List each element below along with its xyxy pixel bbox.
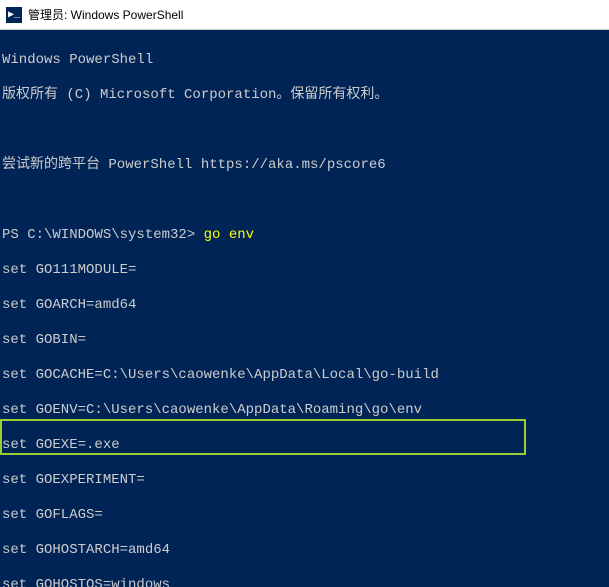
output-line: set GOFLAGS=: [2, 507, 607, 525]
output-line: set GOARCH=amd64: [2, 297, 607, 315]
output-line: set GO111MODULE=: [2, 262, 607, 280]
powershell-icon: ▶_: [6, 7, 22, 23]
output-line: set GOCACHE=C:\Users\caowenke\AppData\Lo…: [2, 367, 607, 385]
output-line: set GOEXPERIMENT=: [2, 472, 607, 490]
output-line: set GOEXE=.exe: [2, 437, 607, 455]
header-line: Windows PowerShell: [2, 52, 607, 70]
output-line: set GOHOSTARCH=amd64: [2, 542, 607, 560]
powershell-icon-glyph: ▶_: [8, 9, 20, 21]
prompt-line: PS C:\WINDOWS\system32> go env: [2, 227, 607, 245]
window-title: 管理员: Windows PowerShell: [28, 6, 183, 23]
blank-line: [2, 192, 607, 210]
header-line: 尝试新的跨平台 PowerShell https://aka.ms/pscore…: [2, 157, 607, 175]
output-line: set GOBIN=: [2, 332, 607, 350]
terminal-output[interactable]: Windows PowerShell 版权所有 (C) Microsoft Co…: [0, 30, 609, 587]
blank-line: [2, 122, 607, 140]
prompt-command: go env: [204, 227, 254, 243]
output-line: set GOENV=C:\Users\caowenke\AppData\Roam…: [2, 402, 607, 420]
header-line: 版权所有 (C) Microsoft Corporation。保留所有权利。: [2, 87, 607, 105]
prompt-prefix: PS C:\WINDOWS\system32>: [2, 227, 204, 243]
window-titlebar: ▶_ 管理员: Windows PowerShell: [0, 0, 609, 30]
output-line: set GOHOSTOS=windows: [2, 577, 607, 587]
